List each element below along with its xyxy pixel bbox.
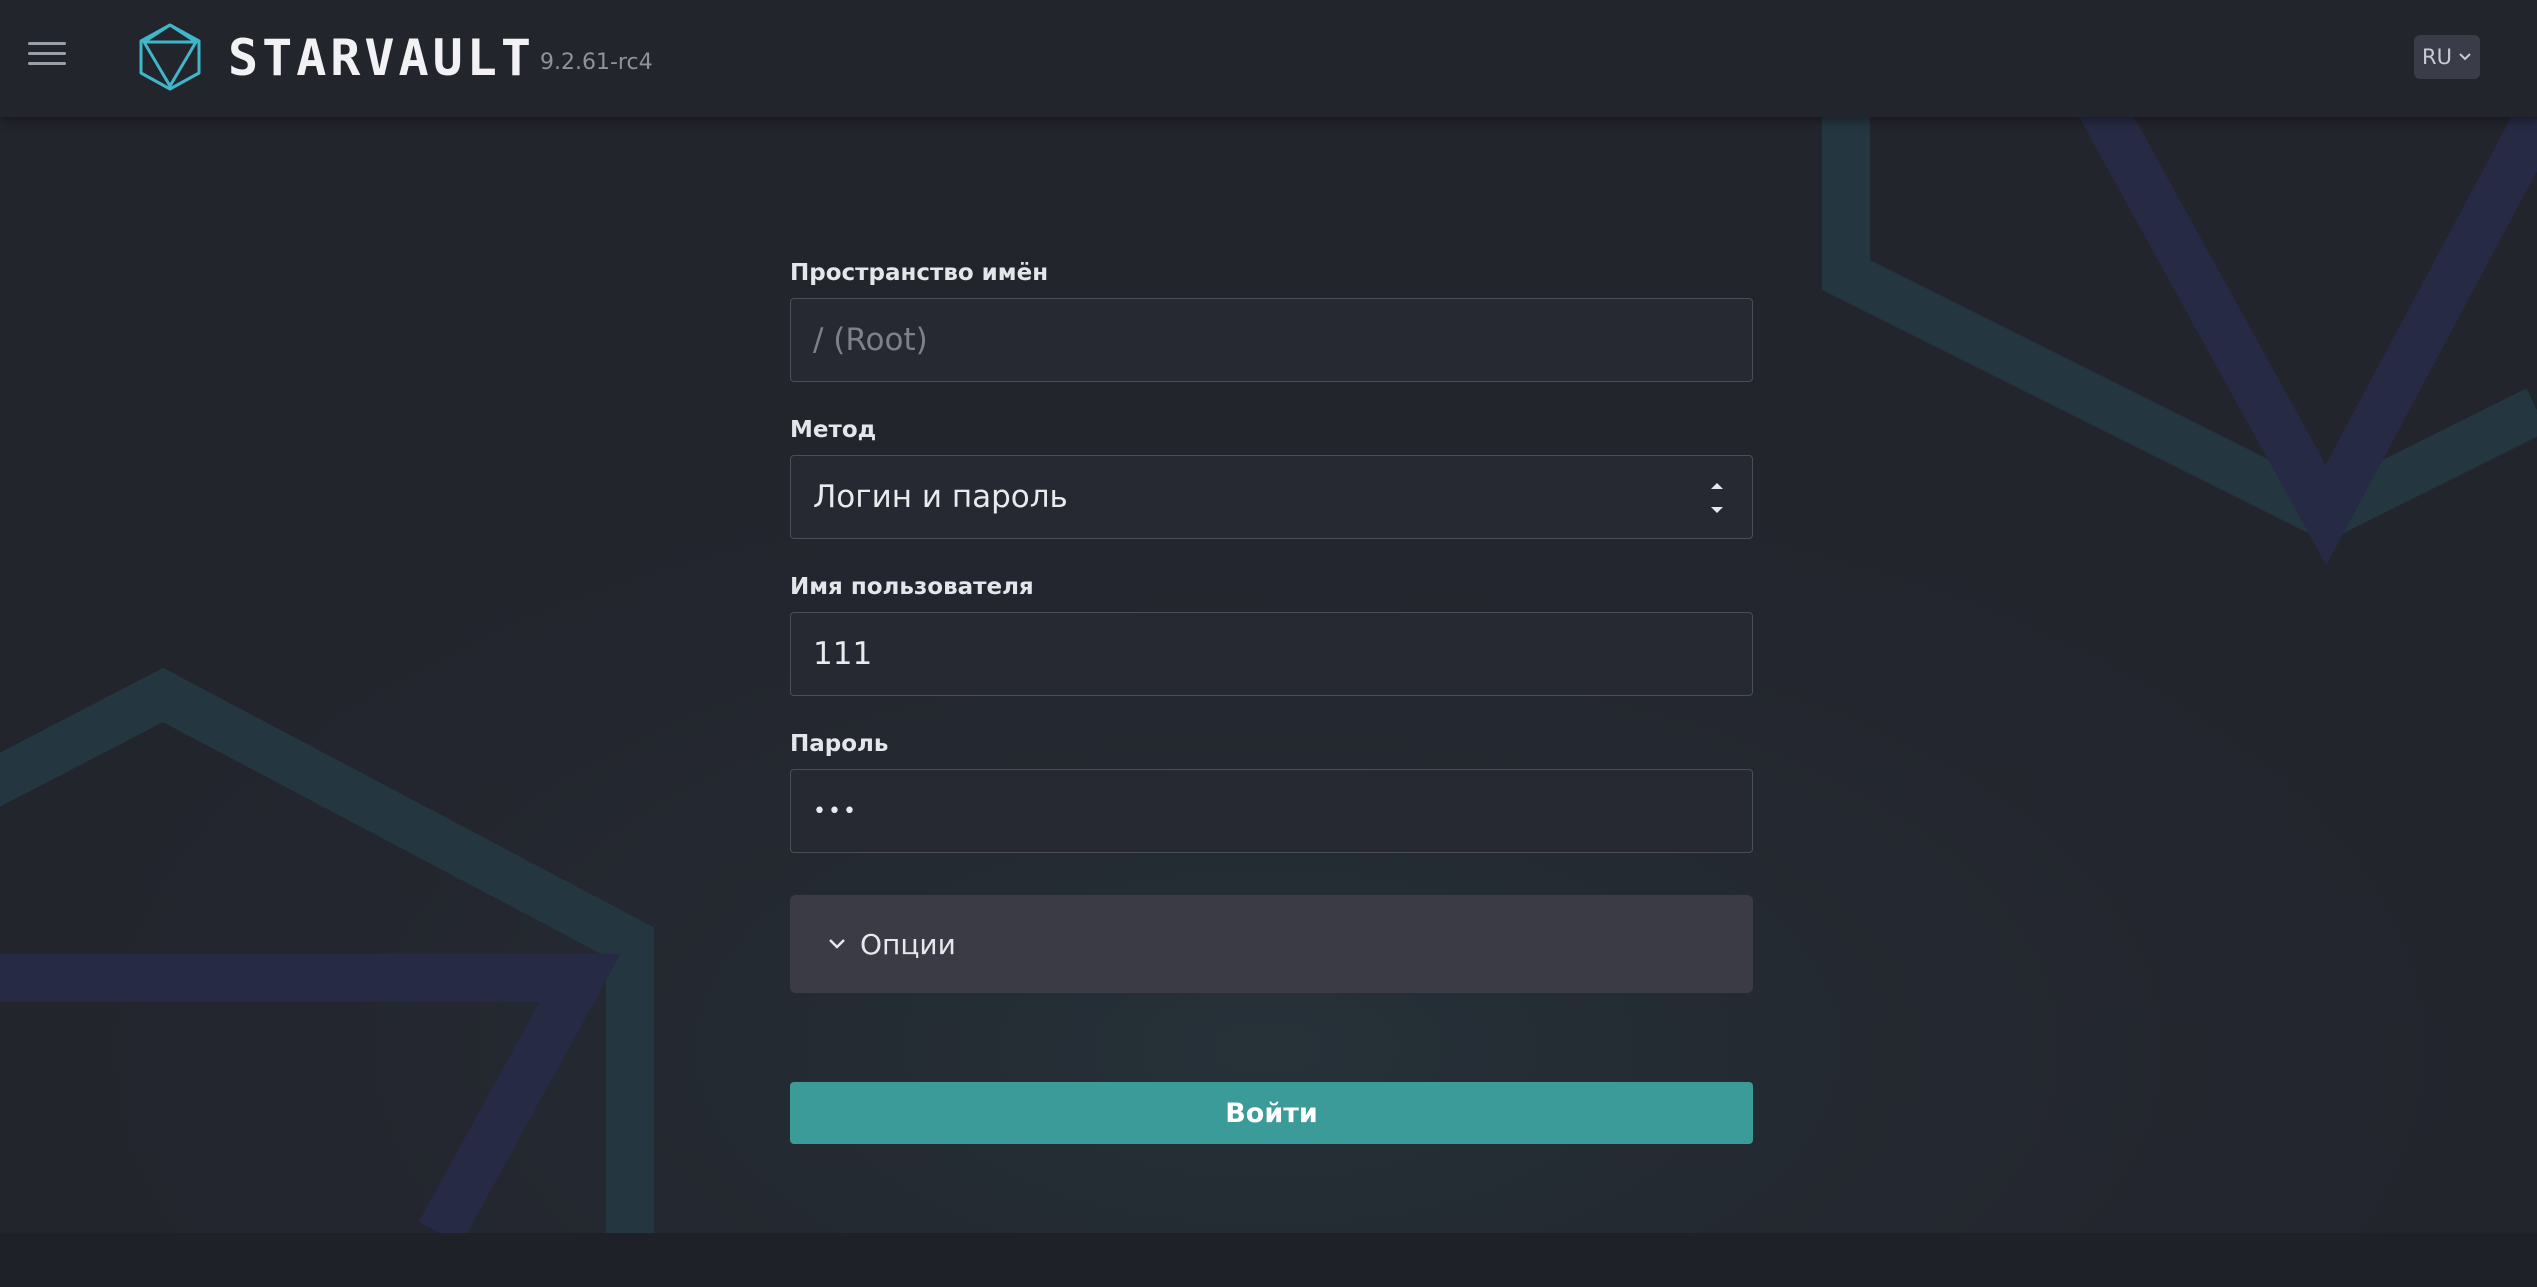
hamburger-menu-button[interactable] — [28, 42, 66, 72]
login-form: Пространство имён Метод Логин и пароль И… — [790, 258, 1753, 1144]
language-code: RU — [2422, 45, 2452, 69]
app-version: 9.2.61-rc4 — [540, 50, 653, 75]
method-select[interactable]: Логин и пароль — [790, 455, 1753, 539]
username-input[interactable] — [790, 612, 1753, 696]
chevron-down-icon — [2459, 53, 2471, 61]
select-arrows-icon — [1711, 483, 1723, 513]
login-submit-button[interactable]: Войти — [790, 1082, 1753, 1144]
brand-name: STARVAULT — [228, 29, 535, 87]
language-selector-button[interactable]: RU — [2414, 35, 2480, 79]
password-masked-value: ••• — [813, 798, 858, 824]
method-selected-value: Логин и пароль — [813, 479, 1068, 515]
polyhedron-logo-icon — [139, 23, 201, 91]
options-label: Опции — [860, 927, 956, 961]
top-header: STARVAULT 9.2.61-rc4 RU — [0, 0, 2537, 117]
password-group: Пароль ••• — [790, 729, 1753, 853]
username-label: Имя пользователя — [790, 574, 1034, 600]
password-label: Пароль — [790, 731, 889, 757]
namespace-input[interactable] — [790, 298, 1753, 382]
namespace-group: Пространство имён — [790, 258, 1753, 382]
username-group: Имя пользователя — [790, 572, 1753, 696]
options-toggle[interactable]: Опции — [790, 895, 1753, 993]
chevron-down-icon — [829, 939, 845, 949]
method-label: Метод — [790, 417, 877, 443]
method-group: Метод Логин и пароль — [790, 415, 1753, 539]
namespace-label: Пространство имён — [790, 260, 1049, 286]
hamburger-icon — [28, 42, 66, 45]
password-input[interactable]: ••• — [790, 769, 1753, 853]
login-page: STARVAULT 9.2.61-rc4 RU Пространство имё… — [0, 0, 2537, 1287]
footer-band — [0, 1233, 2537, 1287]
